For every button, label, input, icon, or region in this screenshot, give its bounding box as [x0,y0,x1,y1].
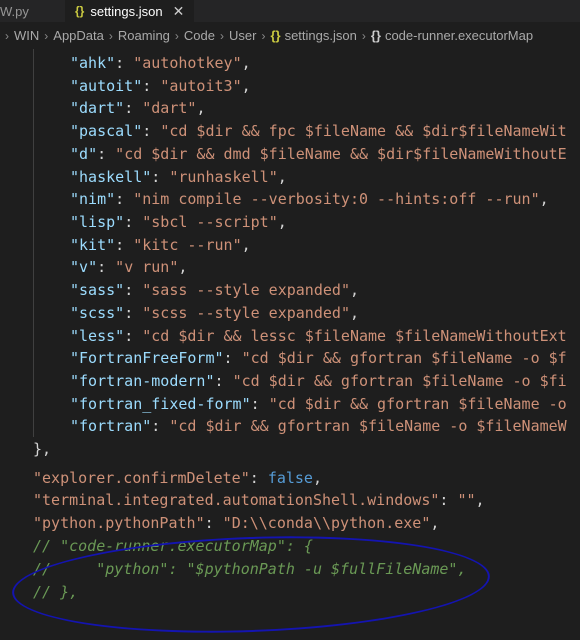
code-line: "less": "cd $dir && lessc $fileName $fil… [70,327,567,345]
breadcrumb-item[interactable]: Roaming [118,28,170,43]
code-line: "dart": "dart", [70,99,206,117]
code-line: "d": "cd $dir && dmd $fileName && $dir$f… [70,145,567,163]
breadcrumb-item[interactable]: Code [184,28,215,43]
code-line: "kit": "kitc --run", [70,236,251,254]
code-editor[interactable]: "ahk": "autohotkey", "autoit": "autoit3"… [0,49,580,631]
code-line: "ahk": "autohotkey", [70,54,251,72]
breadcrumb-item[interactable]: User [229,28,256,43]
code-line: "terminal.integrated.automationShell.win… [33,491,485,509]
tab-label: settings.json [90,3,163,19]
code-line: "explorer.confirmDelete": false, [33,469,322,487]
code-line: "nim": "nim compile --verbosity:0 --hint… [70,190,549,208]
chevron-right-icon: › [261,28,266,43]
breadcrumb-item[interactable]: code-runner.executorMap [385,28,533,43]
breadcrumb-item[interactable]: settings.json [285,28,357,43]
code-line: "haskell": "runhaskell", [70,168,287,186]
code-line: "scss": "scss --style expanded", [70,304,359,322]
code-line: "sass": "sass --style expanded", [70,281,359,299]
code-line: "python.pythonPath": "D:\\conda\\python.… [33,514,440,532]
indent-guide [33,49,34,437]
code-line: "fortran-modern": "cd $dir && gfortran $… [70,372,567,390]
code-comment: // "python": "$pythonPath -u $fullFileNa… [33,560,467,578]
tab-w-py[interactable]: W.py [0,0,65,22]
code-line: "fortran": "cd $dir && gfortran $fileNam… [70,417,567,435]
code-line: "lisp": "sbcl --script", [70,213,287,231]
chevron-right-icon: › [219,28,224,43]
tab-settings-json[interactable]: {} settings.json ✕ [65,0,196,22]
chevron-right-icon: › [174,28,179,43]
code-line: "pascal": "cd $dir && fpc $fileName && $… [70,122,567,140]
code-line: "FortranFreeForm": "cd $dir && gfortran … [70,349,567,367]
json-file-icon: {} [75,4,85,18]
tab-label: W.py [0,3,29,19]
code-line: }, [33,438,51,461]
object-icon: {} [370,28,381,43]
json-file-icon: {} [270,28,281,43]
chevron-right-icon: › [5,28,9,43]
chevron-right-icon: › [108,28,113,43]
code-line: "fortran_fixed-form": "cd $dir && gfortr… [70,395,567,413]
code-line: "autoit": "autoit3", [70,77,251,95]
tab-bar: W.py {} settings.json ✕ [0,0,580,22]
chevron-right-icon: › [44,28,49,43]
breadcrumb-item[interactable]: AppData [53,28,104,43]
closing-brace: }, [33,440,52,458]
close-icon[interactable]: ✕ [173,3,185,20]
breadcrumb: › WIN › AppData › Roaming › Code › User … [0,22,580,49]
code-line: "v": "v run", [70,258,188,276]
chevron-right-icon: › [361,28,366,43]
breadcrumb-item[interactable]: WIN [14,28,39,43]
code-comment: // "code-runner.executorMap": { [33,537,313,555]
code-comment: // }, [33,583,79,601]
